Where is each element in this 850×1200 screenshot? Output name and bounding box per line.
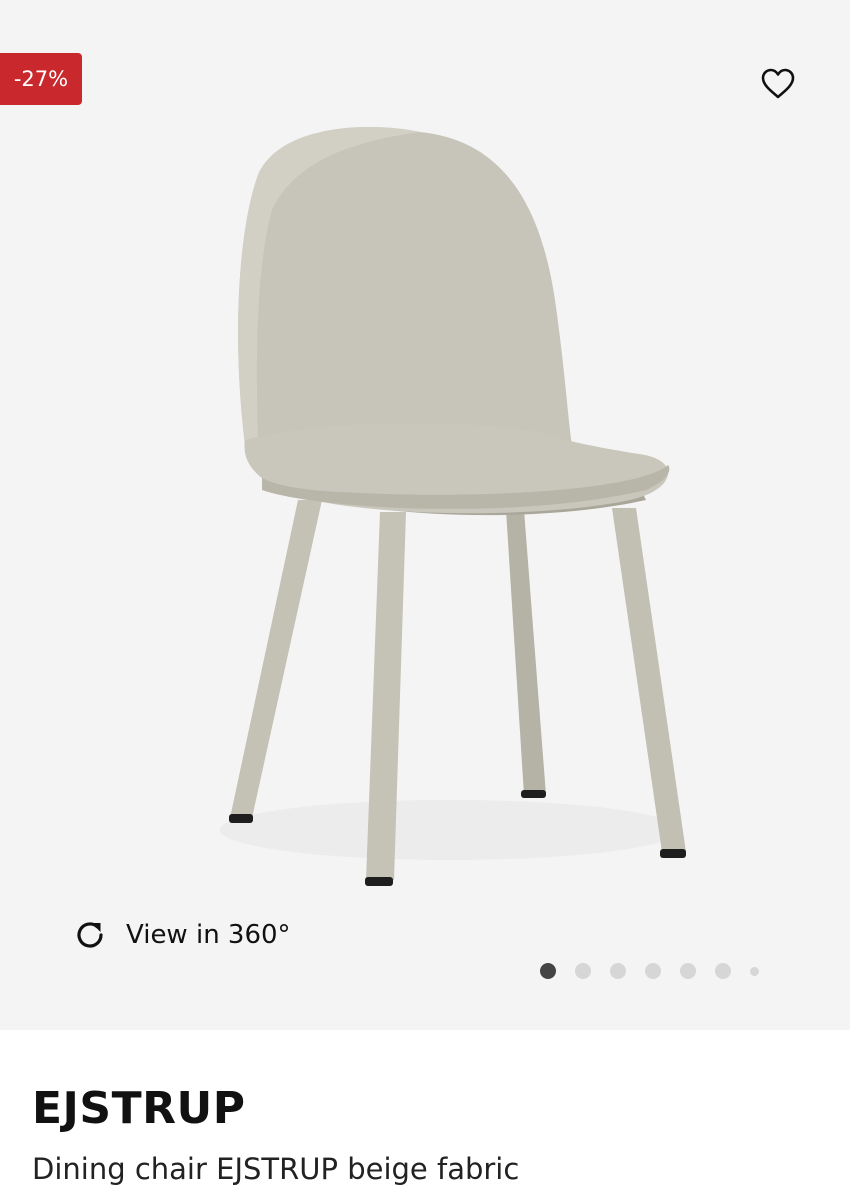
heart-outline-icon	[761, 68, 795, 99]
gallery-dot-4[interactable]	[645, 963, 661, 979]
gallery-dot-3[interactable]	[610, 963, 626, 979]
gallery-dot-2[interactable]	[575, 963, 591, 979]
gallery-dot-7[interactable]	[750, 966, 759, 976]
gallery-dot-5[interactable]	[680, 963, 696, 979]
view-360-label: View in 360°	[126, 920, 291, 950]
product-title: EJSTRUP	[32, 1083, 246, 1134]
gallery-dot-6[interactable]	[715, 963, 731, 979]
gallery-dot-1[interactable]	[540, 963, 556, 979]
gallery-pagination	[540, 962, 759, 980]
rotate-icon	[77, 922, 103, 948]
discount-badge: -27%	[0, 53, 82, 105]
product-image-gallery[interactable]: -27% View in 360°	[0, 0, 850, 1030]
product-page: -27% View in 360° EJSTRUP Dining chair E…	[0, 0, 850, 1200]
favorite-button[interactable]	[753, 62, 803, 106]
chair-product-image	[220, 127, 686, 886]
view-360-button[interactable]: View in 360°	[72, 912, 291, 958]
product-description: Dining chair EJSTRUP beige fabric	[32, 1152, 520, 1186]
